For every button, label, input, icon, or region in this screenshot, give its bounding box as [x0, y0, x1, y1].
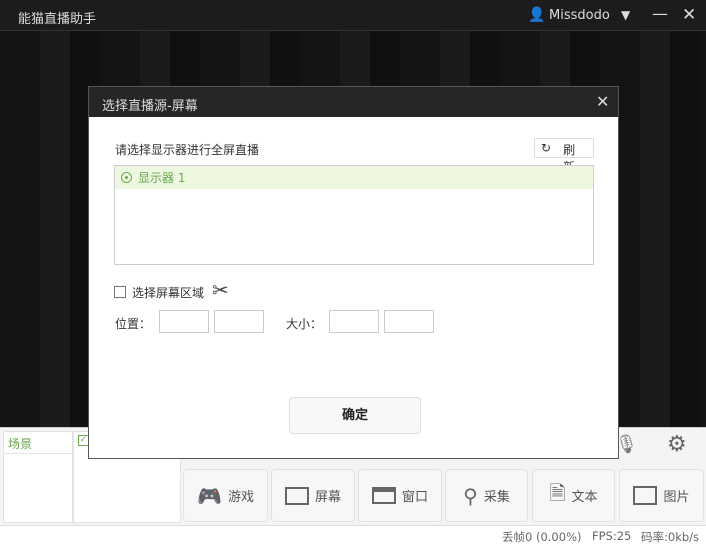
bitrate: 码率:0kb/s: [641, 530, 700, 544]
title-bar: 能猫直播助手 👤 Missdodo ▼ — ✕: [0, 0, 706, 31]
select-source-dialog: 选择直播源-屏幕 ✕ 请选择显示器进行全屏直播 ↻ 刷新 显示器 1 选择屏幕区域…: [88, 86, 619, 459]
position-y-input[interactable]: [214, 310, 264, 333]
image-icon: [633, 486, 658, 505]
window-icon: [371, 487, 396, 504]
minimize-icon[interactable]: —: [652, 4, 668, 23]
scene-header: 场景: [4, 432, 72, 454]
dropped-frames: 丢帧0 (0.00%): [502, 530, 582, 544]
dialog-title: 选择直播源-屏幕: [102, 99, 198, 114]
display-label: 显示器 1: [138, 171, 186, 185]
source-button-capture[interactable]: ⚲ 采集: [445, 469, 528, 522]
source-label: 图片: [663, 490, 690, 505]
source-label: 屏幕: [314, 490, 341, 505]
width-input[interactable]: [329, 310, 379, 333]
monitor-icon: [284, 486, 309, 505]
document-icon: 🗎: [549, 480, 566, 505]
gamepad-icon: 🎮: [197, 483, 222, 508]
source-button-window[interactable]: 窗口: [358, 469, 442, 522]
size-label: 大小：: [286, 317, 323, 331]
position-label: 位置：: [115, 317, 152, 331]
display-list[interactable]: 显示器 1: [114, 165, 594, 265]
scissors-icon[interactable]: ✂: [212, 278, 229, 302]
source-label: 游戏: [227, 490, 254, 505]
scene-list[interactable]: 场景: [3, 431, 73, 523]
prompt-label: 请选择显示器进行全屏直播: [115, 143, 260, 157]
height-input[interactable]: [384, 310, 434, 333]
dropdown-icon[interactable]: ▼: [621, 8, 630, 22]
close-icon[interactable]: ✕: [682, 5, 696, 25]
source-button-image[interactable]: 图片: [619, 469, 704, 522]
source-label: 文本: [571, 490, 598, 505]
source-button-text[interactable]: 🗎 文本: [532, 469, 615, 522]
close-icon[interactable]: ✕: [596, 92, 609, 111]
app-title: 能猫直播助手: [18, 12, 97, 27]
confirm-button[interactable]: 确定: [289, 397, 421, 434]
display-item[interactable]: 显示器 1: [115, 166, 593, 189]
refresh-icon: ↻: [541, 141, 552, 155]
region-label: 选择屏幕区域: [132, 286, 205, 300]
location-pin-icon: ⚲: [463, 483, 478, 508]
fps: FPS:25: [592, 529, 632, 543]
user-icon: 👤: [528, 7, 546, 23]
region-checkbox[interactable]: [114, 286, 126, 298]
refresh-label: 刷新: [563, 143, 576, 174]
source-button-game[interactable]: 🎮 游戏: [183, 469, 268, 522]
radio-selected-icon[interactable]: [121, 172, 132, 183]
refresh-button[interactable]: ↻ 刷新: [534, 138, 594, 174]
gear-icon[interactable]: ⚙: [667, 432, 687, 457]
position-x-input[interactable]: [159, 310, 209, 333]
status-bar: 丢帧0 (0.00%) FPS:25 码率:0kb/s: [0, 525, 706, 545]
source-button-screen[interactable]: 屏幕: [271, 469, 355, 522]
source-label: 采集: [483, 490, 510, 505]
dialog-header: 选择直播源-屏幕 ✕: [89, 87, 618, 117]
source-label: 窗口: [401, 490, 428, 505]
username[interactable]: Missdodo: [549, 8, 610, 23]
